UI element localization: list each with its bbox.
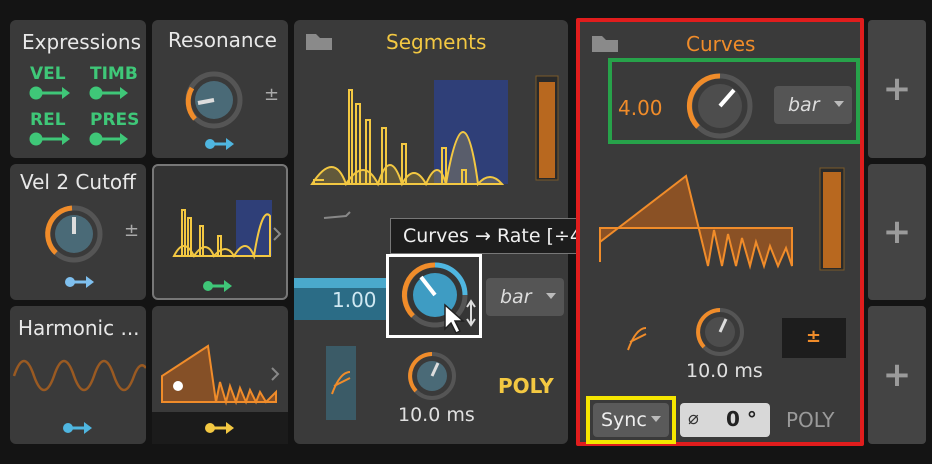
curves-mini-panel[interactable] <box>152 306 288 444</box>
phase-icon: ⌀ <box>688 408 699 429</box>
arrow-out-icon[interactable] <box>10 20 146 158</box>
vel2cutoff-plusminus[interactable]: ± <box>124 220 139 241</box>
segments-mini-graph <box>172 200 282 292</box>
curves-panel: Curves 4.00 bar 10.0 ms ± Sync ⌀ 0 ° POL… <box>576 18 864 446</box>
harmonic-panel: Harmonic ... <box>10 306 146 444</box>
chevron-down-icon <box>651 416 661 422</box>
vel2cutoff-panel: Vel 2 Cutoff ± <box>10 164 146 300</box>
curves-title: Curves <box>686 32 756 56</box>
chevron-down-icon <box>834 101 844 107</box>
add-device-button[interactable]: + <box>868 20 926 158</box>
curves-mini-graph <box>152 344 288 444</box>
resonance-panel: Resonance ± <box>152 20 288 158</box>
segments-title: Segments <box>386 30 487 54</box>
add-device-button[interactable]: + <box>868 164 926 300</box>
folder-icon <box>306 34 332 50</box>
expressions-panel: Expressions VEL TIMB REL PRES <box>10 20 146 158</box>
sync-dropdown[interactable]: Sync <box>593 403 669 437</box>
phase-field[interactable]: ⌀ 0 ° <box>680 403 770 437</box>
rate-knob[interactable] <box>389 257 479 335</box>
add-device-button[interactable]: + <box>868 306 926 444</box>
phase-value: 0 ° <box>726 407 757 431</box>
add-icon: + <box>882 69 912 109</box>
harmonic-waveform <box>12 359 146 434</box>
curves-time: 10.0 ms <box>686 360 763 382</box>
folder-icon <box>592 36 618 52</box>
add-icon: + <box>882 212 912 252</box>
curves-mode-label: bar <box>788 94 820 116</box>
segments-poly[interactable]: POLY <box>498 374 554 398</box>
resonance-plusminus[interactable]: ± <box>264 84 279 105</box>
chevron-down-icon <box>546 293 556 299</box>
add-icon: + <box>882 355 912 395</box>
curves-mode-dropdown[interactable]: bar <box>774 86 852 124</box>
segments-value[interactable]: 1.00 <box>332 288 377 312</box>
segments-mode-label: bar <box>500 286 532 308</box>
rate-knob-highlight[interactable] <box>386 254 482 338</box>
curves-plusminus[interactable]: ± <box>806 326 821 347</box>
curves-poly[interactable]: POLY <box>786 408 835 432</box>
segments-time: 10.0 ms <box>398 404 475 426</box>
sync-label: Sync <box>601 409 647 431</box>
curves-rate-value[interactable]: 4.00 <box>618 96 663 120</box>
segments-mode-dropdown[interactable]: bar <box>486 278 564 316</box>
segments-mini-panel[interactable] <box>152 164 288 300</box>
